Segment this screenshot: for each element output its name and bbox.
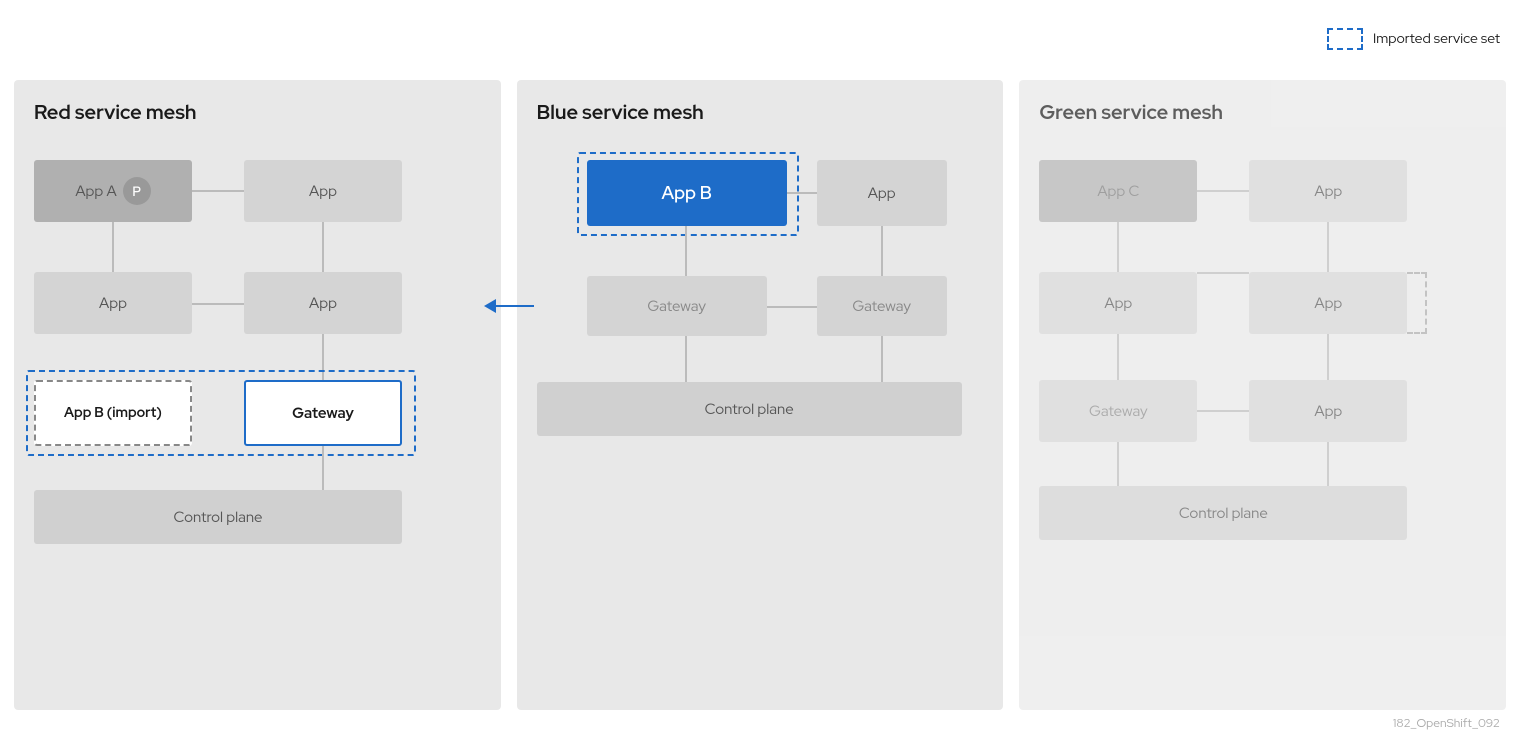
green-app4-box: App [1249,380,1407,442]
green-app1-box: App [1249,160,1407,222]
red-app-a-label: App A [75,181,116,201]
red-app2-box: App [34,272,192,334]
blue-connector-h-gw [767,306,817,308]
blue-appb-box: App B [587,160,787,226]
legend-label: Imported service set [1373,30,1500,48]
red-app1-box: App [244,160,402,222]
green-v1 [1117,222,1119,272]
arrow-line [496,305,534,307]
blue-app1-box: App [817,160,947,226]
meshes-container: Red service mesh App A P App App [14,80,1506,710]
legend: Imported service set [1327,28,1500,50]
red-p-badge: P [123,177,151,205]
green-v2 [1327,222,1329,272]
connector-v-appa-mid [112,222,114,272]
blue-connector-v1 [685,226,687,276]
green-mesh-title: Green service mesh [1039,100,1486,126]
legend-icon [1327,28,1363,50]
green-app3-box: App [1249,272,1407,334]
green-import-indicator [1407,272,1427,334]
connector-v-gw-cp [322,446,324,490]
blue-gateway1-box: Gateway [587,276,767,336]
connector-h-mid [192,303,244,305]
green-v4 [1327,334,1329,380]
red-app-a-box: App A P [34,160,192,222]
blue-connector-v-gw1 [685,336,687,382]
connector-v-app3-gw [322,334,324,380]
connector-v-app1-mid [322,222,324,272]
red-mesh-title: Red service mesh [34,100,481,126]
blue-connector-v-gw2 [881,336,883,382]
green-v5 [1117,442,1119,486]
blue-connector-h-top [787,192,817,194]
green-v6 [1327,442,1329,486]
green-v3 [1117,334,1119,380]
red-mesh-panel: Red service mesh App A P App App [14,80,501,710]
red-gateway-box: Gateway [244,380,402,446]
red-appb-import-box: App B (import) [34,380,192,446]
red-app3-box: App [244,272,402,334]
green-connector-h-bot [1197,410,1249,412]
red-controlplane-box: Control plane [34,490,402,544]
blue-mesh-panel: Blue service mesh App B App Gateway [517,80,1004,710]
blue-controlplane-box: Control plane [537,382,962,436]
green-app2-box: App [1039,272,1197,334]
arrow-head [484,299,496,313]
green-connector-h-mid [1197,272,1249,274]
blue-connector-v-app1 [881,226,883,276]
green-gateway-box: Gateway [1039,380,1197,442]
connector-h-appA-app [192,190,244,192]
green-connector-h-top [1197,190,1249,192]
blue-gateway2-box: Gateway [817,276,947,336]
green-appc-box: App C [1039,160,1197,222]
watermark: 182_OpenShift_092 [1393,715,1500,731]
import-arrow [484,299,534,313]
green-mesh-panel: Green service mesh App C App App App [1019,80,1506,710]
green-controlplane-box: Control plane [1039,486,1407,540]
blue-mesh-title: Blue service mesh [537,100,984,126]
